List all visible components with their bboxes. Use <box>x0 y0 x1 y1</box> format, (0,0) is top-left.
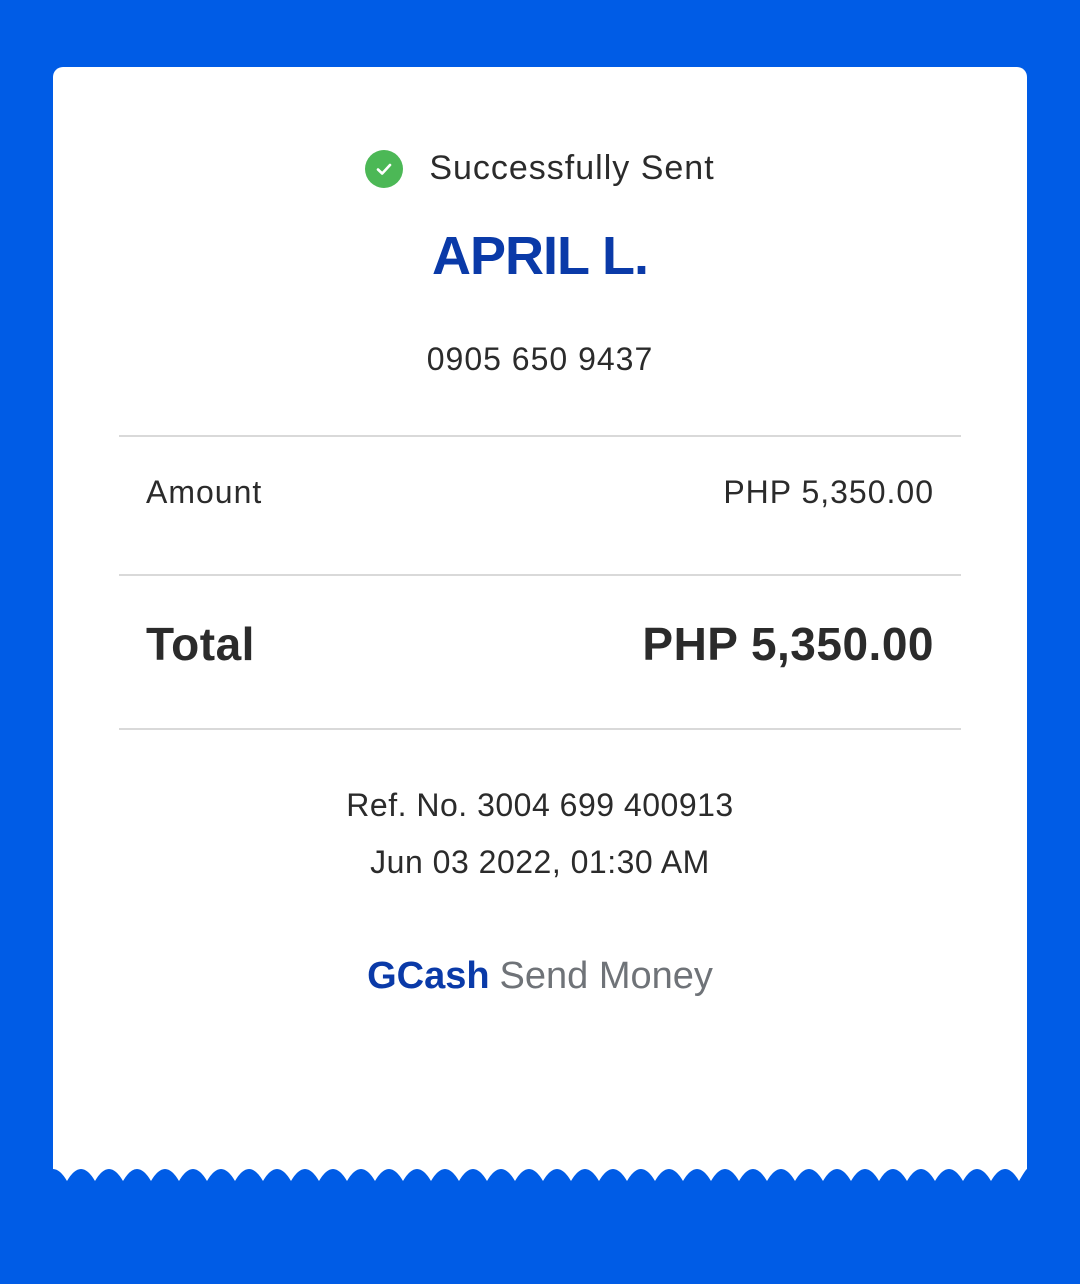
amount-row: Amount PHP 5,350.00 <box>146 474 934 511</box>
brand-service: Send Money <box>499 955 713 997</box>
status-row: Successfully Sent <box>53 149 1027 188</box>
divider <box>119 574 961 576</box>
amount-value: PHP 5,350.00 <box>723 474 934 510</box>
recipient-name: APRIL L. <box>431 226 649 286</box>
divider <box>119 435 961 437</box>
total-row: Total PHP 5,350.00 <box>146 617 934 671</box>
amount-label: Amount <box>146 474 263 510</box>
divider <box>119 728 961 730</box>
transaction-datetime: Jun 03 2022, 01:30 AM <box>370 844 710 880</box>
status-text: Successfully Sent <box>429 149 715 187</box>
brand-footer: GCash Send Money <box>53 955 1027 998</box>
total-value: PHP 5,350.00 <box>642 618 934 670</box>
reference-number: Ref. No. 3004 699 400913 <box>346 787 734 823</box>
receipt-card: Successfully Sent APRIL L. 0905 650 9437… <box>53 67 1027 1167</box>
check-circle-icon <box>365 149 404 188</box>
receipt-torn-edge <box>53 1162 1027 1181</box>
recipient-number: 0905 650 9437 <box>426 341 654 377</box>
brand-name: GCash <box>367 955 490 997</box>
total-label: Total <box>146 618 255 670</box>
